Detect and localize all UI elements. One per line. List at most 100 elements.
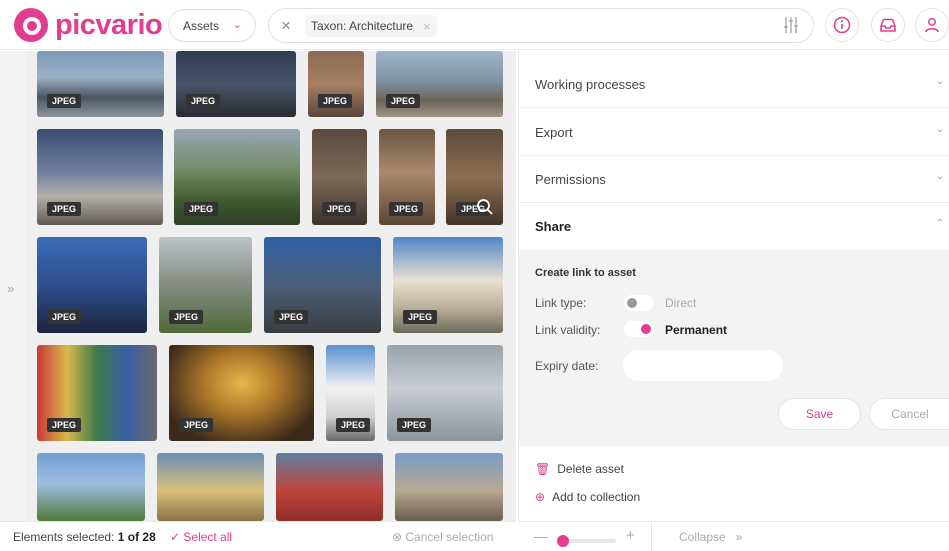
plus-circle-icon: ⊕ [535, 490, 546, 504]
link-validity-label: Link validity: [535, 323, 601, 337]
top-header: picvario Assets ⌄ × Taxon: Architecture … [0, 0, 949, 50]
section-export[interactable]: Export ⌄ [519, 109, 949, 156]
section-permissions[interactable]: Permissions ⌄ [519, 156, 949, 203]
section-label: Export [535, 125, 573, 140]
collapse-arrows-icon: » [735, 530, 743, 544]
logo[interactable]: picvario [14, 8, 163, 42]
asset-thumbnail[interactable]: JPEG [174, 129, 300, 225]
share-title: Create link to asset [535, 267, 636, 279]
logo-text: picvario [55, 8, 163, 41]
logo-icon [14, 8, 48, 42]
asset-thumbnail[interactable]: JPEG [376, 51, 503, 117]
assets-dropdown[interactable]: Assets ⌄ [168, 9, 256, 42]
section-label: Permissions [535, 172, 606, 187]
inbox-icon [880, 18, 896, 32]
info-button[interactable] [825, 8, 859, 42]
filters-rail: » [0, 51, 26, 521]
save-label: Save [805, 407, 834, 421]
expiry-date-input[interactable] [623, 350, 783, 381]
toggle-knob [641, 324, 651, 334]
file-format-badge: JPEG [318, 94, 353, 108]
file-format-badge: JPEG [403, 310, 438, 324]
collapse-label: Collapse [679, 530, 726, 544]
file-format-badge: JPEG [179, 418, 214, 432]
zoom-slider[interactable] [561, 539, 616, 543]
file-format-badge: JPEG [386, 94, 421, 108]
toggle-knob [627, 298, 637, 308]
asset-thumbnail[interactable]: JPEG [308, 51, 364, 117]
assets-dropdown-label: Assets [183, 18, 220, 33]
expiry-date-label: Expiry date: [535, 359, 599, 373]
zoom-out-icon[interactable]: — [534, 528, 548, 544]
asset-thumbnail[interactable]: JPEG [446, 129, 503, 225]
asset-thumbnail[interactable]: JPEG [37, 129, 163, 225]
asset-thumbnail[interactable]: JPEG [159, 237, 252, 333]
asset-thumbnail[interactable]: JPEG [387, 345, 503, 441]
asset-thumbnail[interactable]: JPEG [37, 345, 157, 441]
clear-search-icon[interactable]: × [281, 16, 291, 36]
asset-thumbnail[interactable] [276, 453, 383, 521]
asset-thumbnail[interactable]: JPEG [326, 345, 375, 441]
cancel-label: Cancel [891, 407, 929, 421]
selection-count: 1 of 28 [117, 530, 156, 544]
cancel-selection-button[interactable]: ⊗ Cancel selection [392, 530, 493, 544]
select-all-label: Select all [183, 530, 233, 544]
asset-thumbnail[interactable] [157, 453, 264, 521]
asset-thumbnail[interactable]: JPEG [169, 345, 314, 441]
file-format-badge: JPEG [336, 418, 371, 432]
trash-icon: 🗑︎ [535, 462, 551, 476]
delete-asset-label: Delete asset [557, 462, 624, 476]
file-format-badge: JPEG [397, 418, 432, 432]
remove-filter-icon[interactable]: × [423, 19, 431, 34]
link-validity-toggle[interactable] [624, 321, 654, 337]
expand-filters-icon[interactable]: » [7, 281, 14, 296]
asset-thumbnail[interactable]: JPEG [176, 51, 296, 117]
user-profile-button[interactable] [915, 8, 949, 42]
search-bar[interactable]: × Taxon: Architecture × [268, 8, 814, 43]
asset-thumbnail[interactable] [37, 453, 145, 521]
zoom-magnifier-icon[interactable] [475, 197, 495, 217]
section-share[interactable]: Share ⌃ [519, 203, 949, 250]
add-to-collection-button[interactable]: ⊕ Add to collection [535, 490, 640, 504]
filter-chip-label: Taxon: Architecture [311, 19, 414, 33]
cancel-button[interactable]: Cancel [869, 398, 949, 430]
file-format-badge: JPEG [169, 310, 204, 324]
file-format-badge: JPEG [47, 202, 82, 216]
chevron-down-icon: ⌄ [935, 124, 944, 135]
asset-thumbnail[interactable]: JPEG [379, 129, 435, 225]
cancel-selection-label: Cancel selection [405, 530, 494, 544]
file-format-badge: JPEG [47, 94, 82, 108]
link-type-label: Link type: [535, 296, 587, 310]
asset-gallery: JPEG JPEG JPEG JPEG JPEG JPEG JPEG JPEG … [26, 51, 516, 521]
section-label: Share [535, 219, 572, 234]
file-format-badge: JPEG [47, 418, 82, 432]
chevron-down-icon: ⌄ [935, 76, 944, 87]
asset-details-panel: Working processes ⌄ Export ⌄ Permissions… [518, 51, 949, 521]
section-working-processes[interactable]: Working processes ⌄ [519, 61, 949, 108]
collapse-button[interactable]: Collapse » [679, 530, 742, 544]
zoom-slider-handle[interactable] [557, 535, 569, 547]
link-validity-value: Permanent [665, 323, 728, 337]
add-collection-label: Add to collection [552, 490, 641, 504]
asset-thumbnail[interactable] [395, 453, 503, 521]
filter-chip[interactable]: Taxon: Architecture × [305, 15, 437, 37]
file-format-badge: JPEG [389, 202, 424, 216]
asset-thumbnail[interactable]: JPEG [312, 129, 367, 225]
zoom-in-icon[interactable]: + [626, 527, 635, 544]
inbox-button[interactable] [871, 8, 905, 42]
save-button[interactable]: Save [778, 398, 861, 430]
asset-thumbnail[interactable]: JPEG [37, 51, 164, 117]
asset-thumbnail[interactable]: JPEG [37, 237, 147, 333]
chevron-up-icon: ⌃ [935, 218, 944, 229]
link-type-value: Direct [665, 296, 697, 310]
asset-thumbnail[interactable]: JPEG [264, 237, 381, 333]
user-icon [925, 18, 939, 33]
link-type-toggle[interactable] [624, 295, 654, 311]
section-label: Working processes [535, 77, 646, 92]
asset-thumbnail[interactable]: JPEG [393, 237, 503, 333]
select-all-button[interactable]: ✓︎ Select all [170, 530, 232, 544]
filter-sliders-icon[interactable] [783, 16, 799, 34]
divider [651, 522, 652, 551]
file-format-badge: JPEG [322, 202, 357, 216]
delete-asset-button[interactable]: 🗑︎ Delete asset [535, 462, 624, 476]
